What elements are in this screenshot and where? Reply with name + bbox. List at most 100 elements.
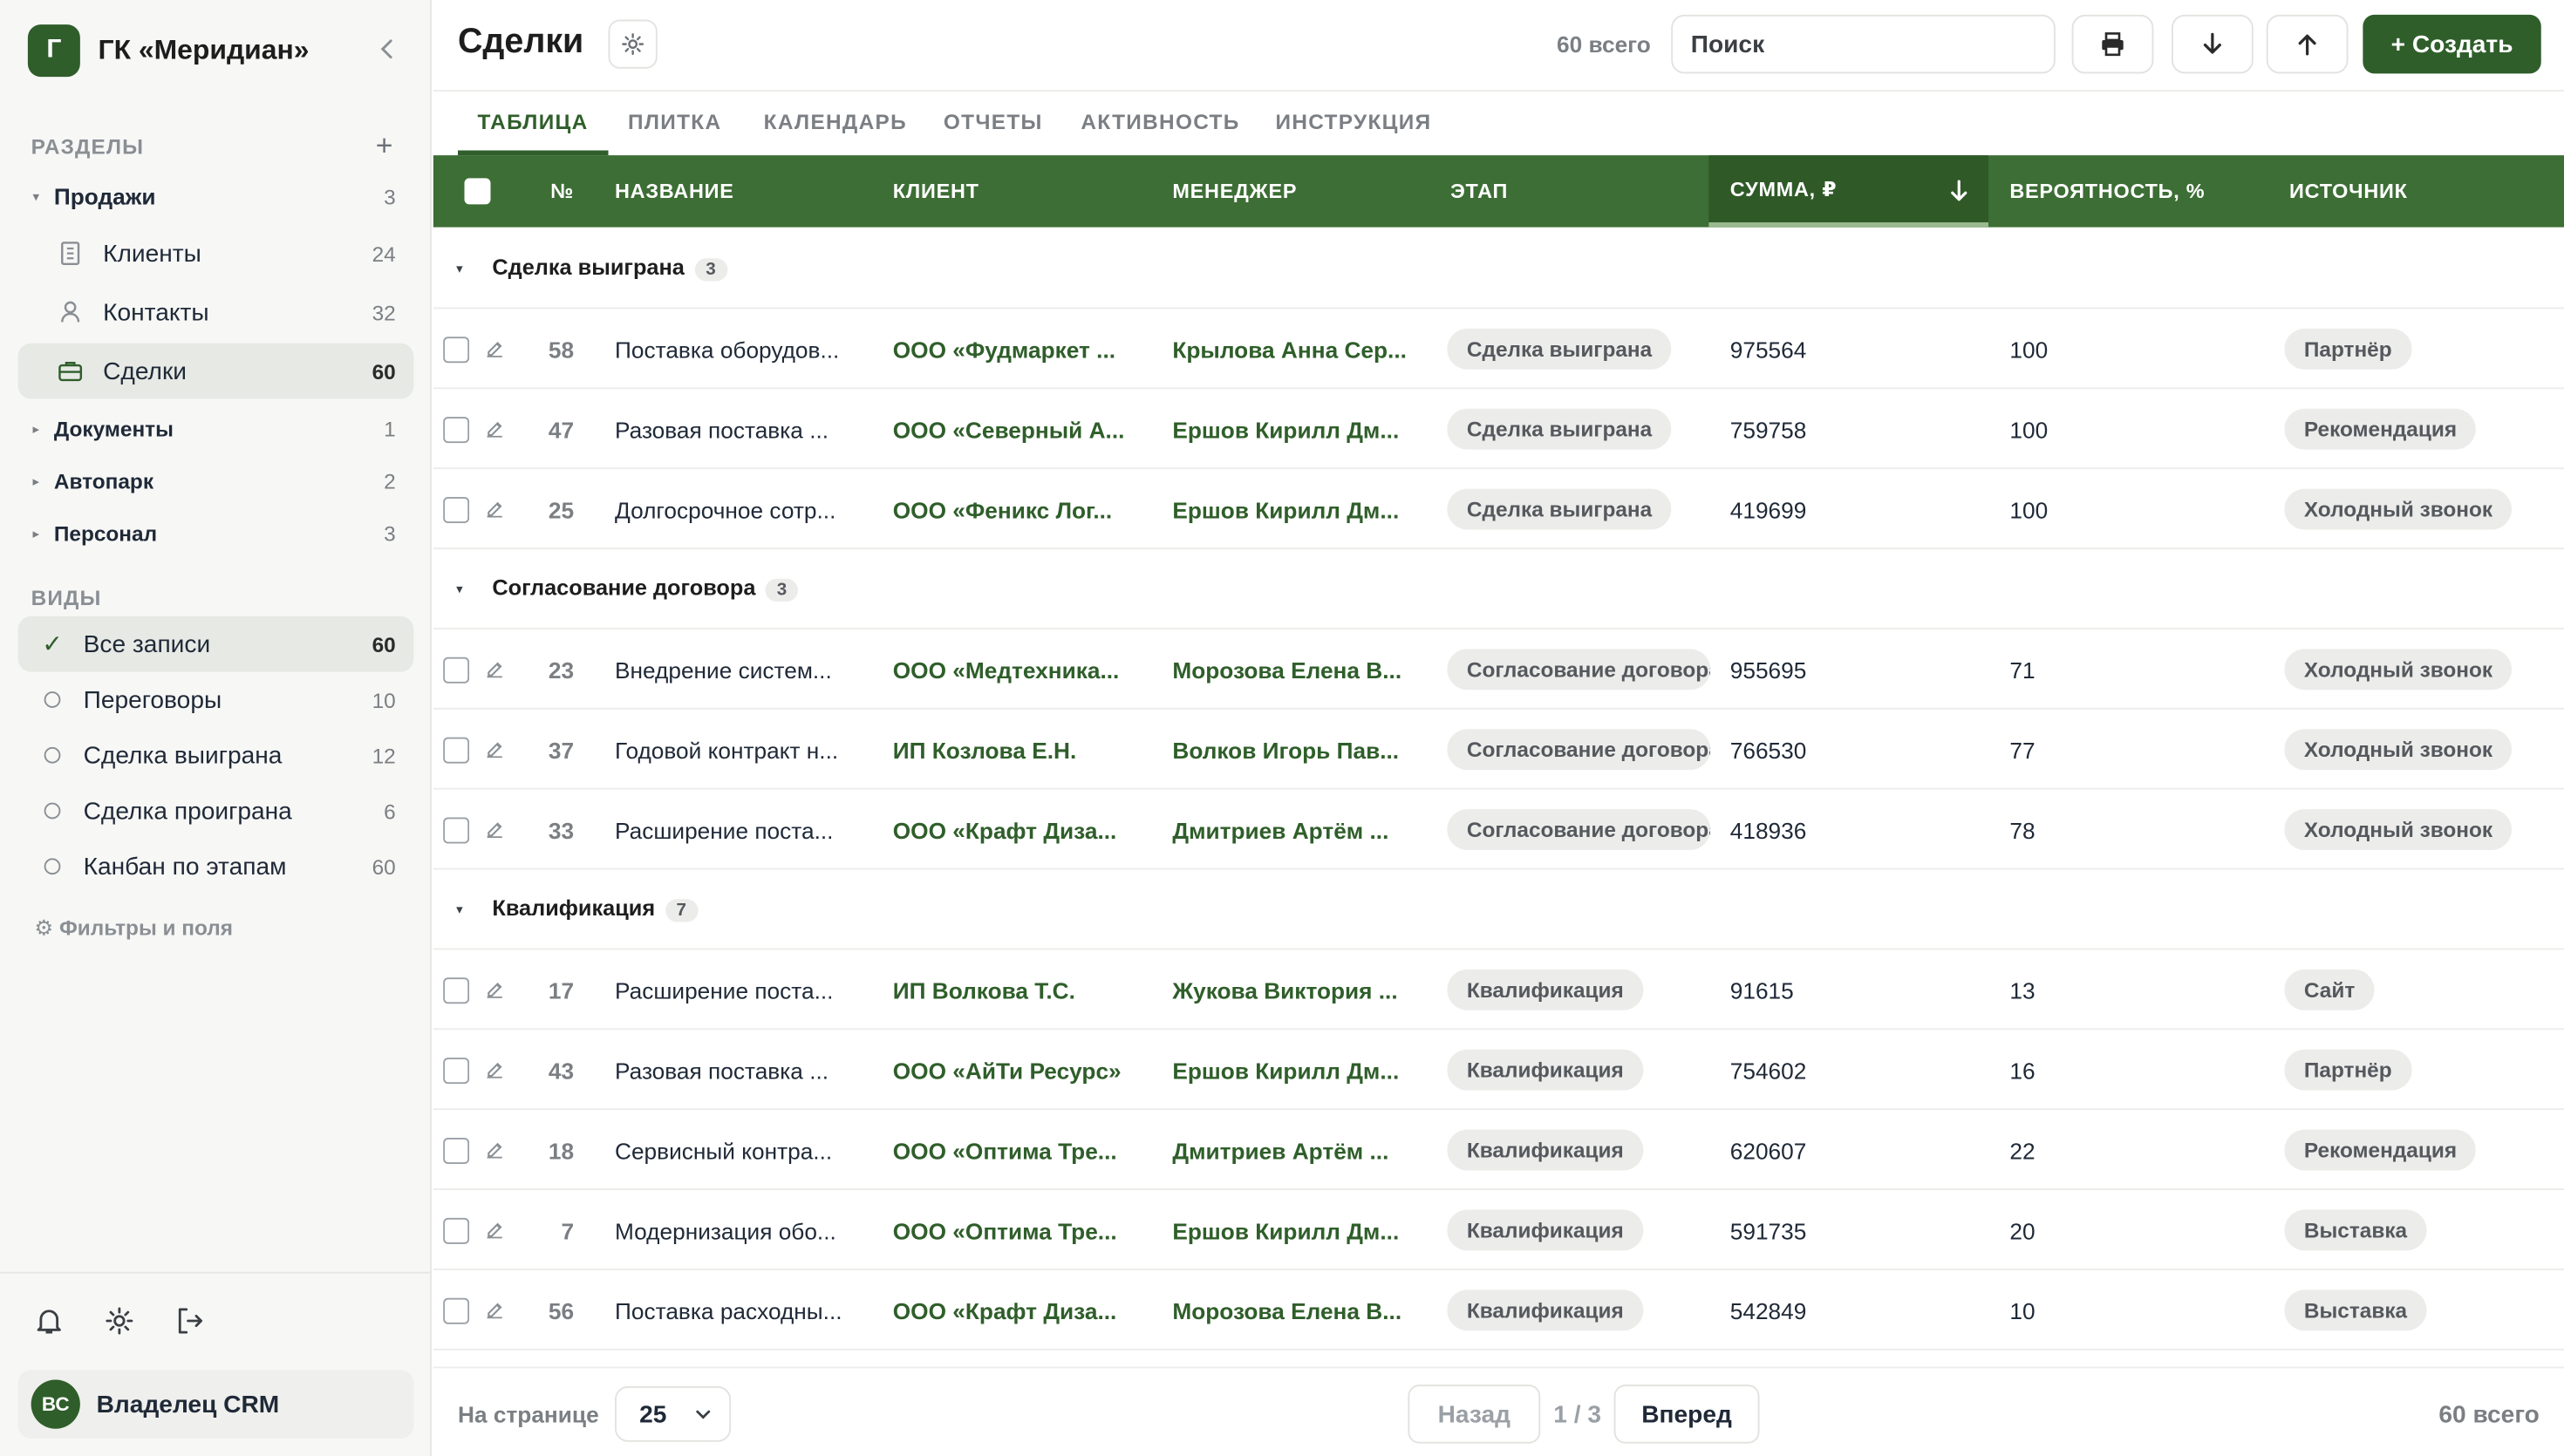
gear-icon[interactable] <box>103 1304 136 1337</box>
deal-name[interactable]: Поставка оборудов... <box>615 309 860 389</box>
deal-name[interactable]: Разовая поставка ... <box>615 1030 860 1110</box>
column-name[interactable]: НАЗВАНИЕ <box>615 155 734 228</box>
view-deal-lost[interactable]: Сделка проиграна 6 <box>18 783 414 839</box>
client-link[interactable]: ИП Волкова Т.С. <box>893 949 1138 1030</box>
column-client[interactable]: КЛИЕНТ <box>893 155 979 228</box>
manager-link[interactable]: Волков Игорь Пав... <box>1172 710 1417 790</box>
edit-icon[interactable] <box>486 949 504 1030</box>
manager-link[interactable]: Ершов Кирилл Дм... <box>1172 389 1417 469</box>
tab-activity[interactable]: АКТИВНОСТЬ <box>1081 92 1239 155</box>
select-all-checkbox[interactable] <box>464 155 491 228</box>
row-checkbox[interactable] <box>443 1030 470 1110</box>
client-link[interactable]: ООО «Крафт Диза... <box>893 790 1138 870</box>
client-link[interactable]: ООО «Оптима Тре... <box>893 1190 1138 1270</box>
table-row[interactable]: 56 Поставка расходны... ООО «Крафт Диза...… <box>433 1270 2564 1351</box>
edit-icon[interactable] <box>486 1110 504 1190</box>
table-row[interactable]: 18 Сервисный контра... ООО «Оптима Тре... Д… <box>433 1110 2564 1190</box>
table-row[interactable]: 43 Разовая поставка ... ООО «АйТи Ресурс» Е… <box>433 1030 2564 1111</box>
next-page-button[interactable]: Вперед <box>1613 1385 1760 1444</box>
create-button[interactable]: + Создать <box>2363 14 2541 74</box>
column-number[interactable]: № <box>531 155 574 228</box>
manager-link[interactable]: Крылова Анна Сер... <box>1172 309 1417 389</box>
sidebar-group-staff[interactable]: ▸ Персонал 3 <box>18 505 414 561</box>
column-manager[interactable]: МЕНЕДЖЕР <box>1172 155 1297 228</box>
row-checkbox[interactable] <box>443 1190 470 1270</box>
prev-page-button[interactable]: Назад <box>1408 1385 1541 1444</box>
sidebar-group-documents[interactable]: ▸ Документы 1 <box>18 400 414 456</box>
row-checkbox[interactable] <box>443 949 470 1030</box>
manager-link[interactable]: Ершов Кирилл Дм... <box>1172 469 1417 549</box>
row-checkbox[interactable] <box>443 790 470 870</box>
table-row[interactable]: 25 Долгосрочное сотр... ООО «Феникс Лог...… <box>433 469 2564 549</box>
sidebar-item-deals[interactable]: Сделки 60 <box>17 343 414 399</box>
manager-link[interactable]: Ершов Кирилл Дм... <box>1172 1030 1417 1110</box>
manager-link[interactable]: Морозова Елена В... <box>1172 1270 1417 1351</box>
add-section-icon[interactable]: + <box>372 131 398 160</box>
org-brand[interactable]: Г ГК «Меридиан» <box>27 24 309 78</box>
user-profile[interactable]: ВС Владелец CRM <box>17 1370 414 1439</box>
tab-instructions[interactable]: ИНСТРУКЦИЯ <box>1276 92 1432 155</box>
column-stage[interactable]: ЭТАП <box>1450 155 1508 228</box>
edit-icon[interactable] <box>486 790 504 870</box>
client-link[interactable]: ООО «Крафт Диза... <box>893 1270 1138 1351</box>
deal-name[interactable]: Поставка расходны... <box>615 1270 860 1351</box>
export-down-button[interactable] <box>2172 14 2254 74</box>
group-header[interactable]: ▾ Сделка выиграна 3 <box>433 229 2564 310</box>
chevron-left-icon[interactable] <box>373 34 403 64</box>
manager-link[interactable]: Жукова Виктория ... <box>1172 949 1417 1030</box>
client-link[interactable]: ООО «Феникс Лог... <box>893 469 1138 549</box>
view-negotiations[interactable]: Переговоры 10 <box>18 672 414 728</box>
tab-tiles[interactable]: ПЛИТКА <box>628 92 721 155</box>
tab-table[interactable]: ТАБЛИЦА <box>458 92 609 156</box>
row-checkbox[interactable] <box>443 1110 470 1190</box>
row-checkbox[interactable] <box>443 1270 470 1351</box>
deal-name[interactable]: Сервисный контра... <box>615 1110 860 1190</box>
row-checkbox[interactable] <box>443 710 470 790</box>
row-checkbox[interactable] <box>443 469 470 549</box>
deal-name[interactable]: Расширение поста... <box>615 949 860 1030</box>
edit-icon[interactable] <box>486 1270 504 1351</box>
deal-name[interactable]: Расширение поста... <box>615 790 860 870</box>
manager-link[interactable]: Дмитриев Артём ... <box>1172 1110 1417 1190</box>
edit-icon[interactable] <box>486 1190 504 1270</box>
row-checkbox[interactable] <box>443 389 470 469</box>
edit-icon[interactable] <box>486 629 504 710</box>
row-checkbox[interactable] <box>443 309 470 389</box>
table-row[interactable]: 47 Разовая поставка ... ООО «Северный А...… <box>433 389 2564 470</box>
deal-name[interactable]: Модернизация обо... <box>615 1190 860 1270</box>
per-page-select[interactable]: 25 <box>615 1386 732 1442</box>
table-row[interactable]: 7 Модернизация обо... ООО «Оптима Тре... Ер… <box>433 1190 2564 1270</box>
table-row[interactable]: 23 Внедрение систем... ООО «Медтехника... М… <box>433 629 2564 710</box>
view-deal-won[interactable]: Сделка выиграна 12 <box>18 727 414 783</box>
view-kanban[interactable]: Канбан по этапам 60 <box>18 839 414 895</box>
edit-icon[interactable] <box>486 389 504 469</box>
client-link[interactable]: ООО «Фудмаркет ... <box>893 309 1138 389</box>
group-header[interactable]: ▾ Квалификация 7 <box>433 870 2564 950</box>
deal-name[interactable]: Разовая поставка ... <box>615 389 860 469</box>
client-link[interactable]: ООО «АйТи Ресурс» <box>893 1030 1138 1110</box>
logout-icon[interactable] <box>174 1304 207 1337</box>
sidebar-item-contacts[interactable]: Контакты 32 <box>18 284 414 340</box>
tab-calendar[interactable]: КАЛЕНДАРЬ <box>764 92 907 155</box>
manager-link[interactable]: Дмитриев Артём ... <box>1172 790 1417 870</box>
search-input[interactable] <box>1671 14 2056 74</box>
sidebar-item-clients[interactable]: Клиенты 24 <box>18 226 414 282</box>
client-link[interactable]: ИП Козлова Е.Н. <box>893 710 1138 790</box>
print-button[interactable] <box>2071 14 2154 74</box>
tab-reports[interactable]: ОТЧЕТЫ <box>944 92 1043 155</box>
deal-name[interactable]: Долгосрочное сотр... <box>615 469 860 549</box>
view-all-records[interactable]: ✓ Все записи 60 <box>17 616 414 672</box>
column-sum[interactable]: СУММА, ₽ <box>1708 155 1988 228</box>
import-up-button[interactable] <box>2266 14 2349 74</box>
table-row[interactable]: 17 Расширение поста... ИП Волкова Т.С. Жуко… <box>433 949 2564 1031</box>
row-checkbox[interactable] <box>443 629 470 710</box>
deal-name[interactable]: Годовой контракт н... <box>615 710 860 790</box>
edit-icon[interactable] <box>486 1030 504 1110</box>
client-link[interactable]: ООО «Северный А... <box>893 389 1138 469</box>
edit-icon[interactable] <box>486 469 504 549</box>
group-header[interactable]: ▾ Согласование договора 3 <box>433 549 2564 629</box>
manager-link[interactable]: Морозова Елена В... <box>1172 629 1417 710</box>
table-row[interactable]: 37 Годовой контракт н... ИП Козлова Е.Н. Во… <box>433 710 2564 790</box>
sidebar-group-fleet[interactable]: ▸ Автопарк 2 <box>18 452 414 508</box>
client-link[interactable]: ООО «Оптима Тре... <box>893 1110 1138 1190</box>
